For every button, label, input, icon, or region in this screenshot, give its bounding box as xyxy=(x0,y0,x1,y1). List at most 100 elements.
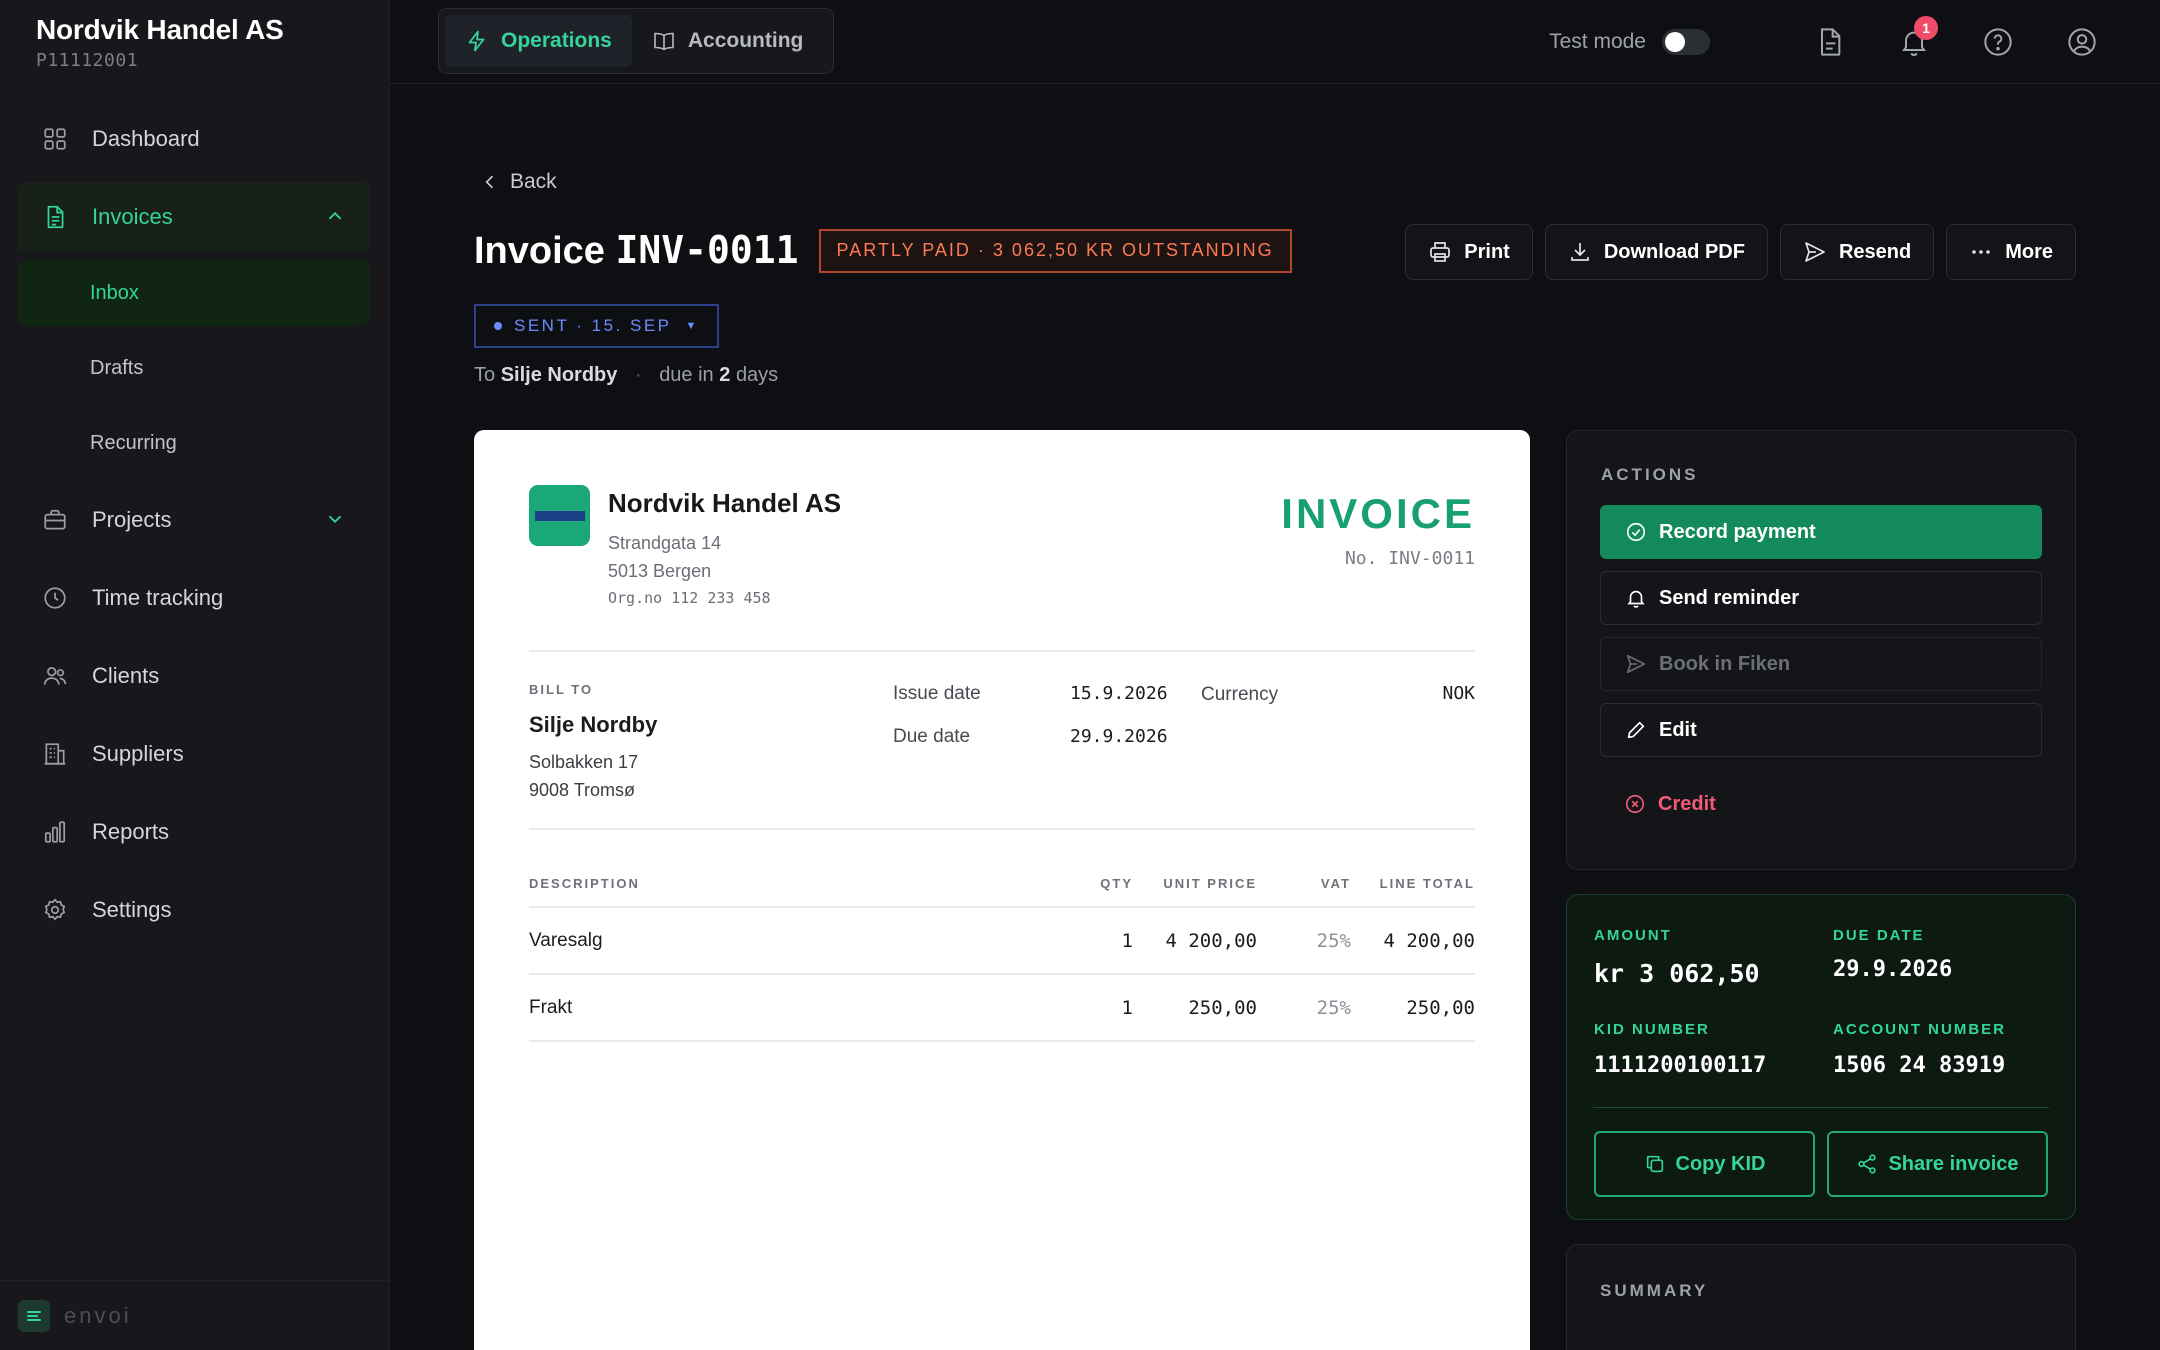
sidebar-item-suppliers[interactable]: Suppliers xyxy=(18,719,370,789)
company-name: Nordvik Handel AS xyxy=(36,14,284,45)
button-label: Edit xyxy=(1659,718,1697,741)
document-icon[interactable] xyxy=(1814,26,1846,58)
invoice-title-row: Invoice INV-0011 PARTLY PAID · 3 062,50 … xyxy=(474,228,1292,273)
column-qty: QTY xyxy=(1100,875,1133,891)
due-date-label: Due date xyxy=(893,726,971,747)
seller-org-number: Org.no 112 233 458 xyxy=(608,589,771,607)
building-icon xyxy=(44,743,66,765)
currency-label: Currency xyxy=(1201,684,1279,705)
actions-title: ACTIONS xyxy=(1601,465,1699,484)
share-invoice-button[interactable]: Share invoice xyxy=(1827,1131,2048,1197)
record-payment-button[interactable]: Record payment xyxy=(1600,505,2042,559)
amount-value: kr 3 062,50 xyxy=(1594,959,1760,988)
check-circle-icon xyxy=(1626,522,1646,542)
document-icon xyxy=(47,205,64,229)
item-description: Frakt xyxy=(529,996,573,1018)
table-row: Frakt 1 250,00 25% 250,00 xyxy=(529,975,1475,1042)
item-vat: 25% xyxy=(1316,929,1351,952)
mode-switch: Operations Accounting xyxy=(438,8,834,74)
pencil-icon xyxy=(1627,721,1645,739)
divider xyxy=(529,828,1475,830)
print-button[interactable]: Print xyxy=(1405,224,1533,280)
item-description: Varesalg xyxy=(529,929,603,951)
bell-icon[interactable]: 1 xyxy=(1898,16,1938,58)
more-button[interactable]: More xyxy=(1946,224,2076,280)
toggle-knob xyxy=(1665,32,1685,52)
bolt-icon xyxy=(468,30,485,52)
due-date-label: DUE DATE xyxy=(1833,927,1925,944)
button-label: Resend xyxy=(1838,240,1912,263)
column-unit-price: UNIT PRICE xyxy=(1163,875,1257,891)
sidebar-item-invoices[interactable]: Invoices xyxy=(18,182,370,252)
bell-icon xyxy=(1627,590,1645,608)
book-in-fiken-button[interactable]: Book in Fiken xyxy=(1600,637,2042,691)
recipient-line: To Silje Nordby · due in 2 days xyxy=(474,364,778,387)
sidebar-item-reports[interactable]: Reports xyxy=(18,797,370,867)
sidebar: Nordvik Handel AS P11112001 Dashboard In… xyxy=(0,0,390,1350)
item-line-total: 4 200,00 xyxy=(1383,929,1475,952)
sidebar-subitem-inbox[interactable]: Inbox xyxy=(18,260,370,326)
sidebar-item-label: Projects xyxy=(92,507,172,532)
buyer-city: 9008 Tromsø xyxy=(529,780,636,800)
sent-status-dropdown[interactable]: SENT · 15. SEP ▼ xyxy=(474,304,719,348)
sidebar-subitem-drafts[interactable]: Drafts xyxy=(18,335,370,401)
send-reminder-button[interactable]: Send reminder xyxy=(1600,571,2042,625)
tab-operations[interactable]: Operations xyxy=(445,15,632,67)
sidebar-item-dashboard[interactable]: Dashboard xyxy=(18,104,370,174)
download-icon xyxy=(1570,243,1589,261)
due-days: 2 xyxy=(719,364,731,386)
document-type: INVOICE xyxy=(1281,490,1475,537)
x-circle-icon xyxy=(1625,794,1645,814)
resend-button[interactable]: Resend xyxy=(1779,224,1935,280)
chevron-down-icon[interactable] xyxy=(324,508,346,530)
send-icon xyxy=(1805,242,1825,262)
account-value: 1506 24 83919 xyxy=(1833,1053,2006,1078)
gear-icon xyxy=(44,898,66,921)
item-line-total: 250,00 xyxy=(1406,996,1475,1019)
credit-button[interactable]: Credit xyxy=(1600,777,2042,831)
sidebar-item-settings[interactable]: Settings xyxy=(18,875,370,945)
sidebar-item-label: Invoices xyxy=(92,204,173,229)
button-label: Copy KID xyxy=(1675,1152,1766,1175)
payment-info-panel: AMOUNT kr 3 062,50 DUE DATE 29.9.2026 KI… xyxy=(1566,894,2076,1220)
item-unit-price: 4 200,00 xyxy=(1165,929,1257,952)
download-pdf-button[interactable]: Download PDF xyxy=(1544,224,1768,280)
table-header: DESCRIPTION QTY UNIT PRICE VAT LINE TOTA… xyxy=(529,860,1475,908)
copy-kid-button[interactable]: Copy KID xyxy=(1594,1131,1815,1197)
back-link[interactable]: Back xyxy=(480,170,557,194)
user-avatar-icon[interactable] xyxy=(2066,26,2098,58)
company-id: P11112001 xyxy=(36,50,139,71)
sidebar-item-time-tracking[interactable]: Time tracking xyxy=(18,563,370,633)
seller-block: Nordvik Handel AS Strandgata 14 5013 Ber… xyxy=(608,488,841,607)
help-icon[interactable] xyxy=(1982,26,2014,58)
recipient-name: Silje Nordby xyxy=(500,364,618,386)
tab-accounting[interactable]: Accounting xyxy=(632,15,824,67)
kid-value: 1111200100117 xyxy=(1594,1053,1767,1078)
to-prefix: To xyxy=(474,364,496,386)
document-number: No. INV-0011 xyxy=(1344,548,1475,569)
company-switcher[interactable]: Nordvik Handel AS P11112001 xyxy=(36,14,284,71)
button-label: Print xyxy=(1464,240,1510,263)
clock-icon xyxy=(44,587,66,609)
button-label: Record payment xyxy=(1659,520,1816,543)
edit-button[interactable]: Edit xyxy=(1600,703,2042,757)
briefcase-icon xyxy=(44,509,66,530)
chevron-up-icon[interactable] xyxy=(324,205,346,227)
button-label: Credit xyxy=(1658,792,1716,815)
send-icon xyxy=(1626,654,1646,674)
copy-icon xyxy=(1646,1155,1663,1173)
tab-label: Operations xyxy=(501,29,612,52)
table-row: Varesalg 1 4 200,00 25% 4 200,00 xyxy=(529,908,1475,975)
status-dot xyxy=(494,322,502,330)
test-mode-toggle[interactable] xyxy=(1662,29,1710,55)
footer-brand: envoi xyxy=(64,1302,132,1328)
seller-street: Strandgata 14 xyxy=(608,533,722,553)
sidebar-item-projects[interactable]: Projects xyxy=(18,485,370,555)
share-icon xyxy=(1858,1154,1877,1174)
sidebar-item-clients[interactable]: Clients xyxy=(18,641,370,711)
sidebar-subitem-recurring[interactable]: Recurring xyxy=(18,410,370,476)
topbar: Operations Accounting Test mode 1 xyxy=(390,0,2160,84)
users-icon xyxy=(43,667,67,685)
account-label: ACCOUNT NUMBER xyxy=(1833,1021,2006,1038)
divider xyxy=(529,650,1475,652)
